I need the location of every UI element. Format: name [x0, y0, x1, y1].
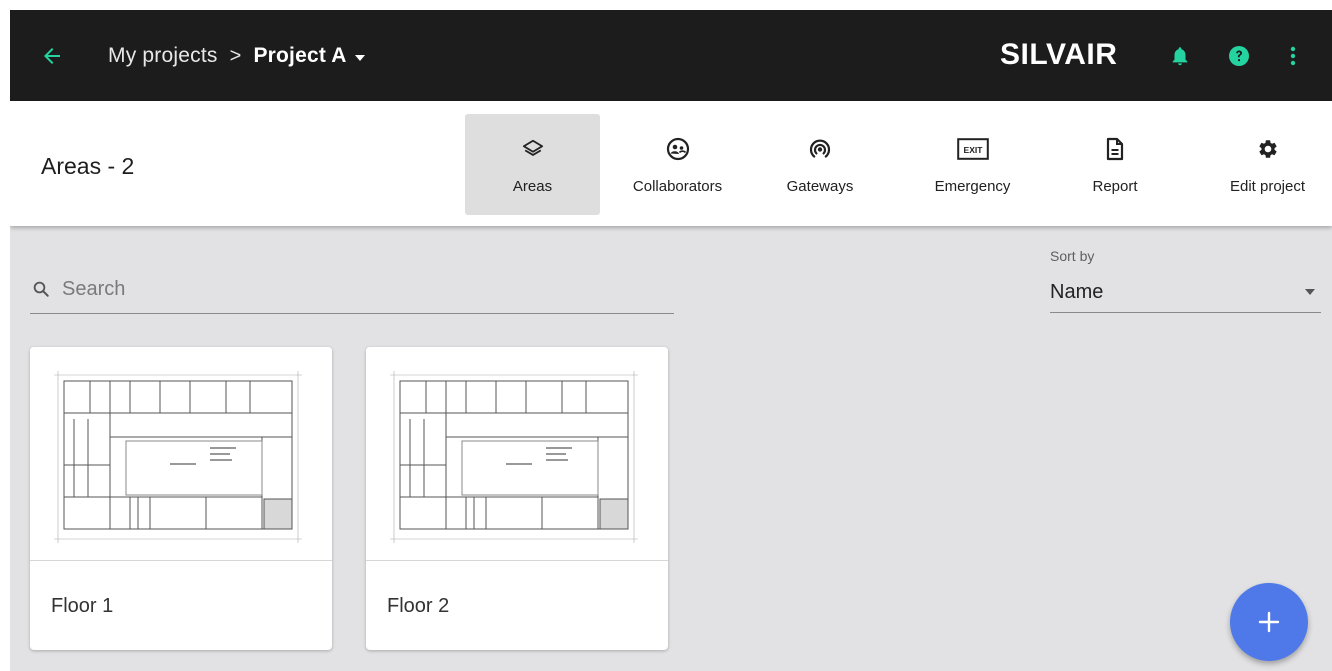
area-name: Floor 2 — [387, 595, 450, 617]
tab-gateways[interactable]: Gateways — [765, 114, 875, 215]
tab-gateways-label: Gateways — [786, 178, 854, 195]
sort-select[interactable]: Name — [1050, 272, 1321, 313]
more-vertical-icon — [1290, 46, 1296, 66]
floor-plan-thumbnail — [30, 347, 332, 561]
tab-report-label: Report — [1092, 178, 1138, 195]
project-selector[interactable]: Project A — [253, 44, 365, 68]
tab-collaborators-label: Collaborators — [632, 178, 723, 195]
tab-areas[interactable]: Areas — [465, 114, 600, 215]
area-name: Floor 1 — [51, 595, 114, 617]
search-field[interactable] — [30, 265, 674, 314]
more-menu-button[interactable] — [1280, 43, 1306, 69]
page-title: Areas - 2 — [41, 153, 135, 179]
add-area-button[interactable] — [1230, 583, 1308, 661]
tab-edit-project[interactable]: Edit project — [1210, 114, 1325, 215]
breadcrumb-separator: > — [229, 44, 242, 67]
search-input[interactable] — [60, 276, 644, 302]
tab-collaborators[interactable]: Collaborators — [615, 114, 740, 215]
sort-label: Sort by — [1050, 248, 1095, 264]
floor-plan-thumbnail — [366, 347, 668, 561]
project-name: Project A — [253, 44, 347, 67]
project-toolbar: Areas - 2 Areas Collaborators Gateways E… — [10, 101, 1332, 226]
breadcrumb-my-projects[interactable]: My projects — [108, 44, 218, 68]
tab-report[interactable]: Report — [1080, 114, 1150, 215]
notifications-button[interactable] — [1167, 43, 1193, 69]
dropdown-arrow-icon — [1305, 289, 1315, 295]
breadcrumb: My projects > Project A — [108, 41, 365, 71]
brand-logo: SILVAIR — [1000, 38, 1118, 71]
report-icon — [1105, 137, 1125, 161]
collaborators-icon — [666, 137, 690, 161]
top-bar: My projects > Project A SILVAIR — [10, 10, 1332, 101]
layers-icon — [522, 137, 544, 161]
svg-text:EXIT: EXIT — [963, 145, 983, 155]
sort-value: Name — [1050, 280, 1104, 303]
search-icon — [33, 281, 49, 297]
help-icon — [1229, 46, 1249, 66]
app-frame: My projects > Project A SILVAIR Areas - … — [10, 10, 1332, 671]
arrow-left-icon — [44, 48, 60, 64]
tab-emergency[interactable]: EXIT Emergency — [920, 114, 1025, 215]
area-card-floor-2[interactable]: Floor 2 — [366, 347, 668, 650]
add-icon — [1258, 611, 1280, 633]
exit-sign-icon: EXIT — [956, 137, 989, 161]
gear-icon — [1257, 137, 1279, 161]
area-card-floor-1[interactable]: Floor 1 — [30, 347, 332, 650]
tab-emergency-label: Emergency — [934, 178, 1011, 195]
bell-icon — [1172, 47, 1188, 66]
back-button[interactable] — [36, 40, 68, 72]
tab-areas-label: Areas — [512, 178, 553, 195]
caret-down-icon — [354, 54, 365, 61]
gateway-icon — [808, 137, 832, 161]
tab-edit-project-label: Edit project — [1229, 178, 1306, 195]
help-button[interactable] — [1226, 43, 1252, 69]
